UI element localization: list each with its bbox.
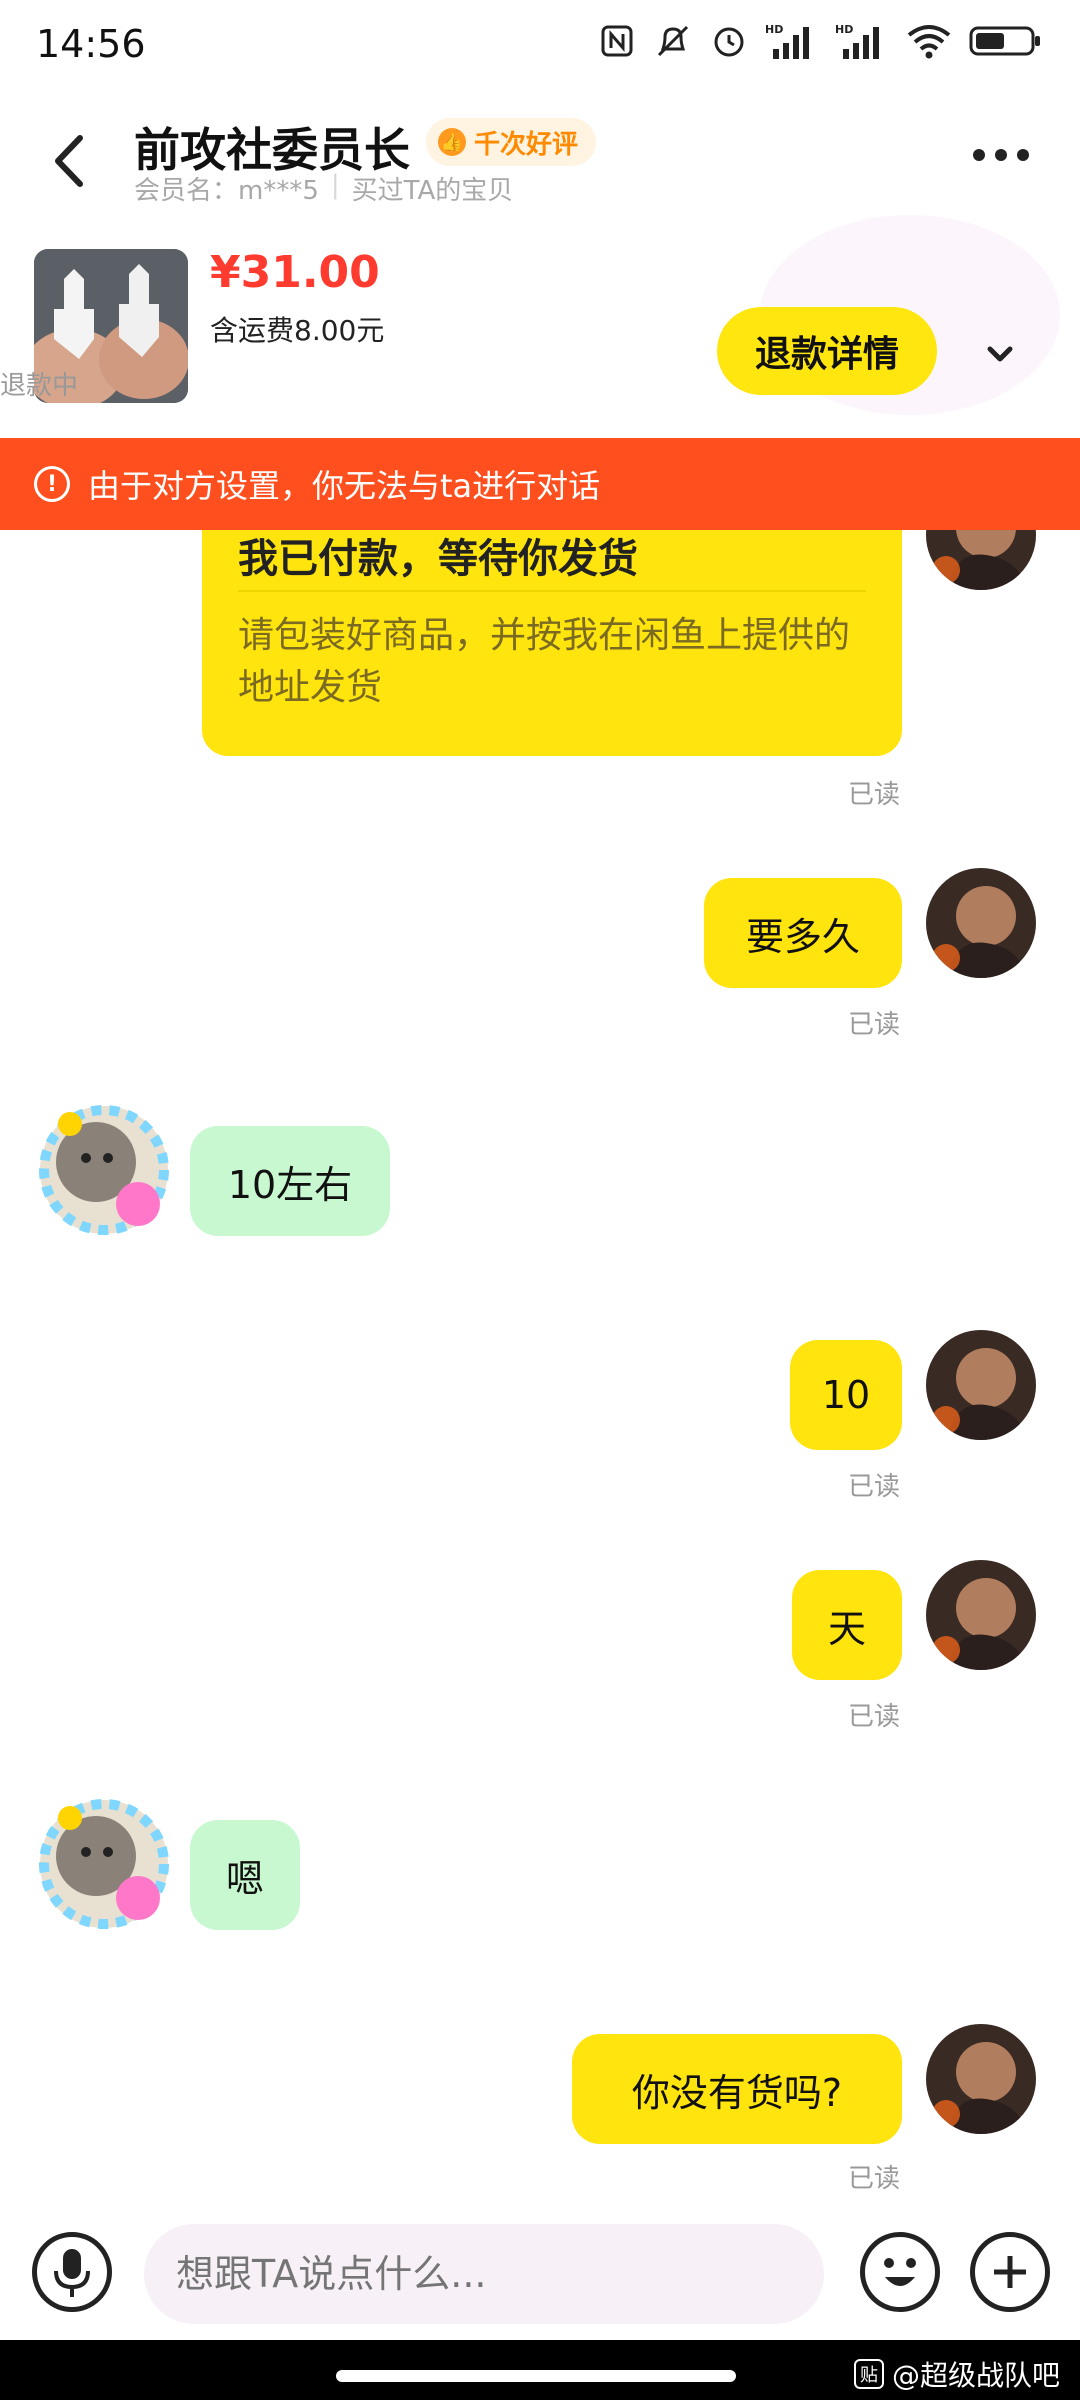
header-subtitle: 会员名：m***5 | 买过TA的宝贝 <box>134 170 513 207</box>
mute-icon <box>652 20 694 62</box>
warning-text: 由于对方设置，你无法与ta进行对话 <box>88 467 601 505</box>
wifi-icon <box>904 20 954 62</box>
svg-text:HD: HD <box>835 23 853 36</box>
chat-bubble-mine[interactable]: 要多久 <box>704 878 902 988</box>
read-receipt: 已读 <box>848 1010 901 1040</box>
clock: 14:56 <box>36 22 146 66</box>
read-receipt: 已读 <box>848 1472 901 1502</box>
chat-bubble-mine[interactable]: 天 <box>792 1570 902 1680</box>
chat-bubble-theirs[interactable]: 嗯 <box>190 1820 300 1930</box>
divider: | <box>330 170 340 200</box>
chat-bubble-theirs[interactable]: 10左右 <box>190 1126 390 1236</box>
my-avatar[interactable] <box>926 1330 1036 1440</box>
chat-bubble-mine[interactable]: 你没有货吗? <box>572 2034 902 2144</box>
back-arrow-icon <box>55 135 83 187</box>
back-button[interactable] <box>44 126 94 196</box>
my-avatar[interactable] <box>926 1560 1036 1670</box>
message-input[interactable] <box>144 2224 824 2324</box>
thumbs-up-icon: 👍 <box>438 128 466 156</box>
system-message-card: 我已付款，等待你发货 请包装好商品，并按我在闲鱼上提供的地址发货 <box>202 530 902 756</box>
alert-icon: ! <box>34 466 70 502</box>
read-receipt: 已读 <box>848 2164 901 2194</box>
battery-icon <box>968 20 1044 62</box>
message-input-bar <box>0 2210 1080 2340</box>
signal-hd-icon: HD <box>764 20 820 62</box>
status-icons: HD HD <box>596 20 1044 62</box>
rating-badge: 👍 千次好评 <box>426 118 597 166</box>
watermark-logo: 贴 <box>853 2359 884 2389</box>
system-card-body: 请包装好商品，并按我在闲鱼上提供的地址发货 <box>238 615 851 708</box>
more-dot-icon <box>1017 149 1029 161</box>
chat-bubble-mine[interactable]: 10 <box>790 1340 902 1450</box>
blocked-warning-banner: ! 由于对方设置，你无法与ta进行对话 <box>0 438 1080 530</box>
signal-hd-icon: HD <box>834 20 890 62</box>
watermark: 贴 @超级战队吧 <box>853 2354 1060 2394</box>
emoji-button[interactable] <box>860 2232 940 2312</box>
nfc-icon <box>596 20 638 62</box>
read-receipt: 已读 <box>848 780 901 810</box>
seller-avatar[interactable] <box>34 1100 174 1240</box>
product-card[interactable]: ¥31.00 含运费8.00元 退款中 退款详情 <box>0 215 1080 435</box>
seller-avatar[interactable] <box>34 1794 174 1934</box>
hd-label-1: HD <box>765 23 783 36</box>
alarm-icon <box>708 20 750 62</box>
more-actions-button[interactable] <box>970 2232 1050 2312</box>
product-price: ¥31.00 <box>210 247 380 298</box>
watermark-text: @超级战队吧 <box>891 2359 1060 2392</box>
divider <box>238 590 866 592</box>
refund-details-button[interactable]: 退款详情 <box>717 307 937 395</box>
more-dot-icon <box>995 149 1007 161</box>
my-avatar[interactable] <box>926 530 1036 590</box>
system-nav-bar: 贴 @超级战队吧 <box>0 2340 1080 2400</box>
bought-link[interactable]: 买过TA的宝贝 <box>352 170 514 207</box>
chevron-down-icon[interactable] <box>980 335 1020 375</box>
plus-icon <box>994 2256 1026 2288</box>
shipping-fee: 含运费8.00元 <box>210 314 385 347</box>
rating-badge-label: 千次好评 <box>474 129 579 160</box>
my-avatar[interactable] <box>926 868 1036 978</box>
voice-button[interactable] <box>32 2232 112 2312</box>
read-receipt: 已读 <box>848 1702 901 1732</box>
chat-header: 前攻社委员长 👍 千次好评 会员名：m***5 | 买过TA的宝贝 <box>0 90 1080 220</box>
home-gesture-handle[interactable] <box>336 2370 736 2382</box>
more-dot-icon <box>973 149 985 161</box>
order-status: 退款中 <box>0 371 79 401</box>
microphone-icon <box>54 2249 90 2297</box>
status-bar: 14:56 HD HD <box>0 0 1080 90</box>
smiley-icon <box>884 2258 916 2286</box>
my-avatar[interactable] <box>926 2024 1036 2134</box>
more-options-button[interactable] <box>966 140 1036 170</box>
system-card-title: 我已付款，等待你发货 <box>238 536 638 582</box>
member-name: 会员名：m***5 <box>134 176 319 206</box>
chat-list[interactable]: 我已付款，等待你发货 请包装好商品，并按我在闲鱼上提供的地址发货 已读 要多久 … <box>0 530 1080 2210</box>
